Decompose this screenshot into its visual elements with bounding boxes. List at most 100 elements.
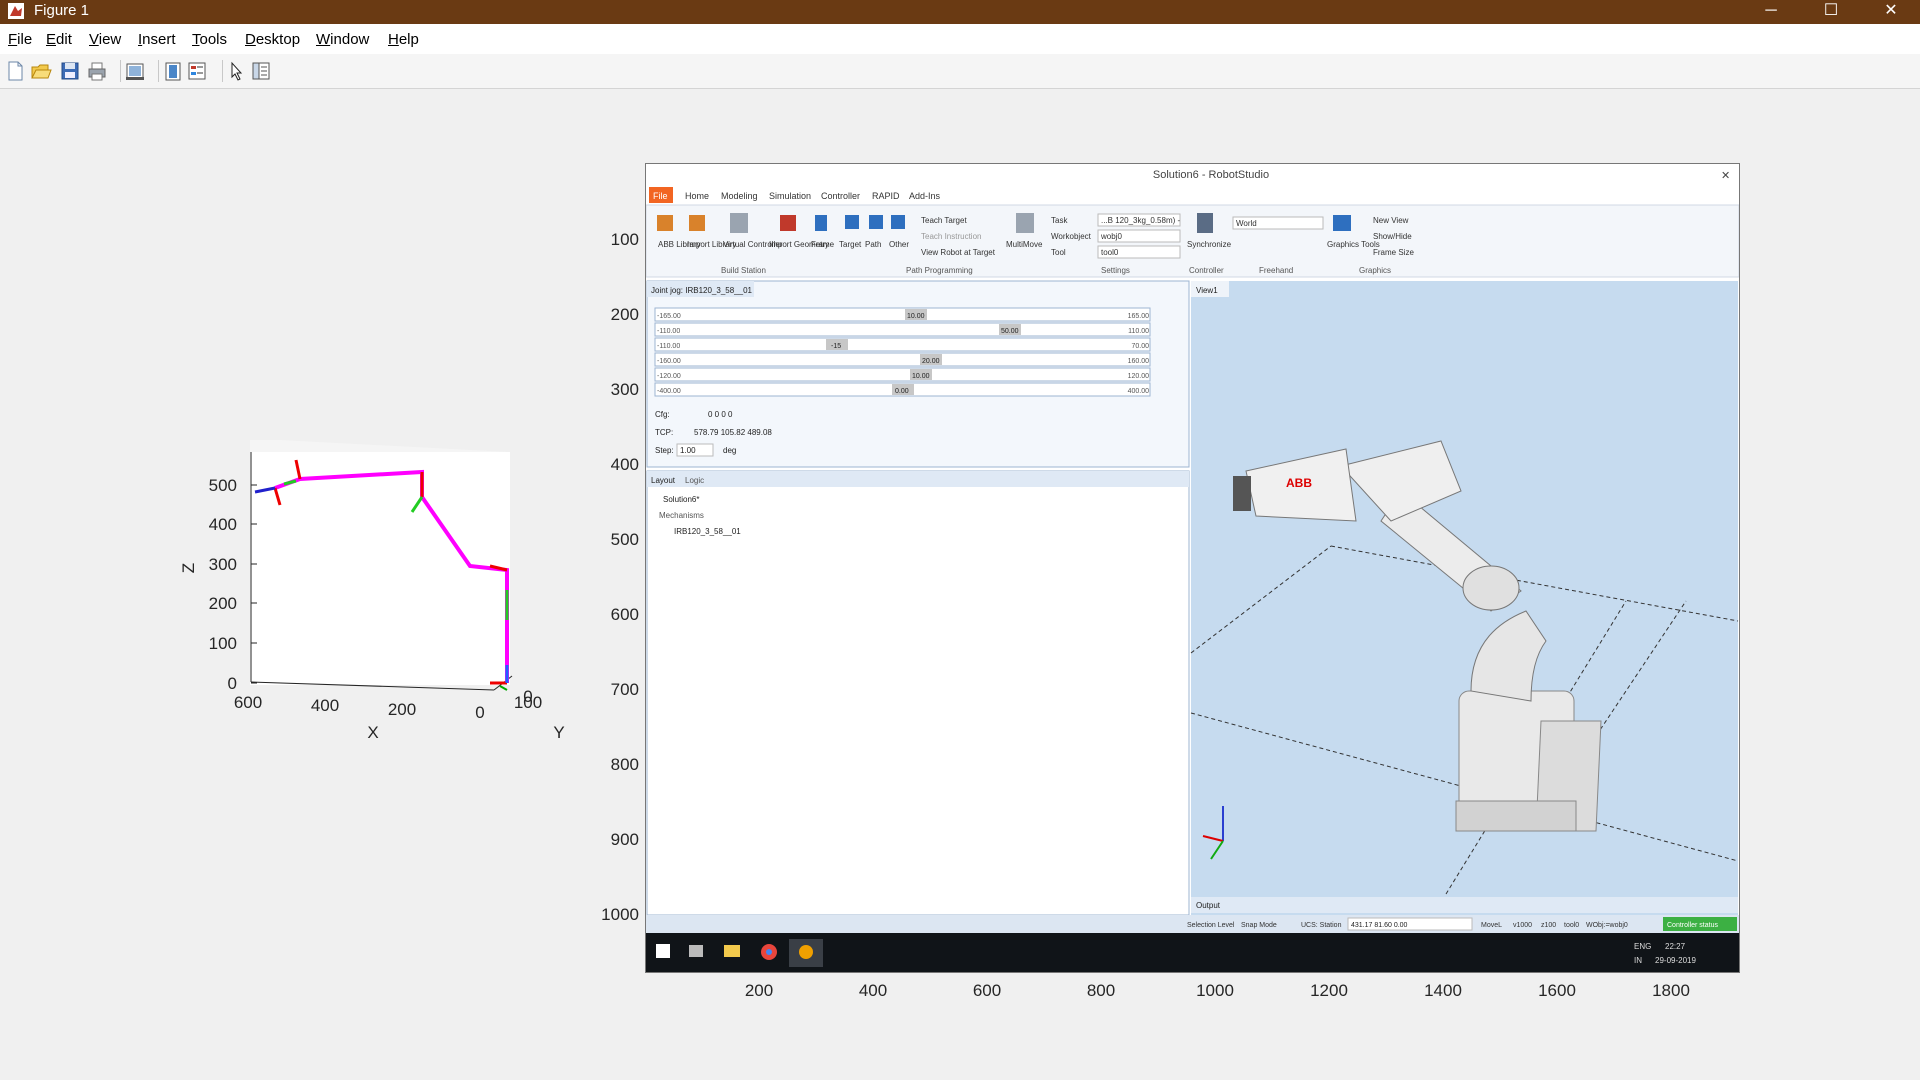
svg-text:110.00: 110.00 [1128,328,1149,335]
svg-text:Step:: Step: [655,446,674,455]
menu-insert[interactable]: Insert [138,31,176,48]
image-y-tick-labels: 100 200 300 400 500 600 700 800 900 1000 [601,230,639,924]
abb-logo: ABB [1286,476,1312,490]
menu-tools[interactable]: Tools [192,31,227,48]
svg-text:v1000: v1000 [1513,922,1532,929]
svg-text:100: 100 [611,230,639,249]
insert-legend-icon[interactable] [186,60,208,82]
y-tick-label: 100 [514,693,542,712]
svg-text:1.00: 1.00 [680,446,696,455]
save-icon[interactable] [59,60,81,82]
maximize-button[interactable]: ☐ [1808,0,1854,24]
svg-text:600: 600 [973,981,1001,1000]
svg-text:800: 800 [1087,981,1115,1000]
svg-text:160.00: 160.00 [1128,358,1150,365]
svg-text:Target: Target [839,240,862,249]
svg-text:-160.00: -160.00 [657,358,681,365]
svg-text:Cfg:: Cfg: [655,410,670,419]
open-file-icon[interactable] [30,60,52,82]
property-inspector-icon[interactable] [250,60,272,82]
toolbar-separator [158,60,159,82]
robotstudio-screenshot-image[interactable]: Solution6 - RobotStudio ✕ File Home Mode… [645,163,1740,973]
svg-text:-120.00: -120.00 [657,373,681,380]
rs-output-panel [1191,897,1738,913]
svg-text:Frame Size: Frame Size [1373,248,1414,257]
svg-text:tool0: tool0 [1564,922,1579,929]
svg-text:1800: 1800 [1652,981,1690,1000]
svg-text:50.00: 50.00 [1001,328,1019,335]
svg-text:-110.00: -110.00 [657,343,680,350]
svg-text:-165.00: -165.00 [657,313,681,320]
svg-text:View Robot at Target: View Robot at Target [921,248,996,257]
svg-text:MoveL: MoveL [1481,922,1502,929]
windows-start-icon [656,944,670,958]
z-tick-label: 200 [209,594,237,613]
svg-text:TCP:: TCP: [655,428,673,437]
svg-text:IN: IN [1634,956,1642,965]
x-tick-label: 200 [388,700,416,719]
svg-text:120.00: 120.00 [1128,373,1150,380]
svg-text:1400: 1400 [1424,981,1462,1000]
svg-text:MultiMove: MultiMove [1006,240,1043,249]
svg-text:IRB120_3_58__01: IRB120_3_58__01 [674,527,741,536]
svg-text:UCS: Station: UCS: Station [1301,922,1342,929]
svg-text:WObj:=wobj0: WObj:=wobj0 [1586,922,1628,929]
svg-text:z100: z100 [1541,922,1556,929]
svg-text:200: 200 [611,305,639,324]
plot-pane-top [250,440,510,452]
toolbar-separator [120,60,121,82]
svg-text:600: 600 [611,605,639,624]
svg-text:1200: 1200 [1310,981,1348,1000]
svg-text:300: 300 [611,380,639,399]
svg-text:165.00: 165.00 [1128,313,1150,320]
new-figure-icon[interactable] [4,60,26,82]
svg-text:1600: 1600 [1538,981,1576,1000]
z-tick-label: 100 [209,634,237,653]
insert-colorbar-icon[interactable] [162,60,184,82]
svg-text:Synchronize: Synchronize [1187,240,1232,249]
svg-text:Graphics: Graphics [1359,266,1391,275]
menu-edit[interactable]: Edit [46,31,72,48]
minimize-button[interactable]: ─ [1748,0,1794,24]
svg-text:Controller: Controller [1189,266,1224,275]
figure-toolbar [0,54,1920,89]
svg-text:Layout: Layout [651,476,676,485]
rs-tab: Add-Ins [909,191,941,201]
robotstudio-taskbar-icon [799,945,813,959]
x-tick-label: 600 [234,693,262,712]
print-icon[interactable] [86,60,108,82]
svg-text:Output: Output [1196,901,1221,910]
window-title: Figure 1 [34,2,90,19]
menu-view[interactable]: View [89,31,121,48]
svg-text:Settings: Settings [1101,266,1130,275]
svg-text:Selection Level: Selection Level [1187,922,1235,929]
file-explorer-icon [724,945,740,957]
menu-window[interactable]: Window [316,31,369,48]
svg-text:Path: Path [865,240,881,249]
svg-text:29-09-2019: 29-09-2019 [1655,956,1696,965]
svg-text:400: 400 [859,981,887,1000]
svg-text:1000: 1000 [1196,981,1234,1000]
svg-text:Graphics Tools: Graphics Tools [1327,240,1380,249]
svg-text:Teach Target: Teach Target [921,216,967,225]
svg-text:400.00: 400.00 [1128,388,1150,395]
svg-text:Other: Other [889,240,909,249]
svg-text:New View: New View [1373,216,1409,225]
menu-file[interactable]: File [8,31,32,48]
image-x-tick-labels: 200 400 600 800 1000 1200 1400 1600 1800 [745,981,1690,1000]
robot-3d-plot[interactable]: 0 100 200 300 400 500 Z 600 400 200 0 X … [0,88,640,788]
plot-pane-back [250,452,510,685]
svg-text:tool0: tool0 [1101,248,1119,257]
rs-tab: Simulation [769,191,811,201]
edit-plot-icon[interactable] [226,60,248,82]
svg-text:View1: View1 [1196,286,1218,295]
svg-text:Workobject: Workobject [1051,232,1092,241]
menu-desktop[interactable]: Desktop [245,31,300,48]
menu-help[interactable]: Help [388,31,419,48]
svg-text:Path Programming: Path Programming [906,266,973,275]
svg-text:-110.00: -110.00 [657,328,680,335]
rs-tab: Home [685,191,709,201]
close-button[interactable]: ✕ [1868,0,1914,24]
link-plot-icon[interactable] [124,60,146,82]
svg-text:200: 200 [745,981,773,1000]
